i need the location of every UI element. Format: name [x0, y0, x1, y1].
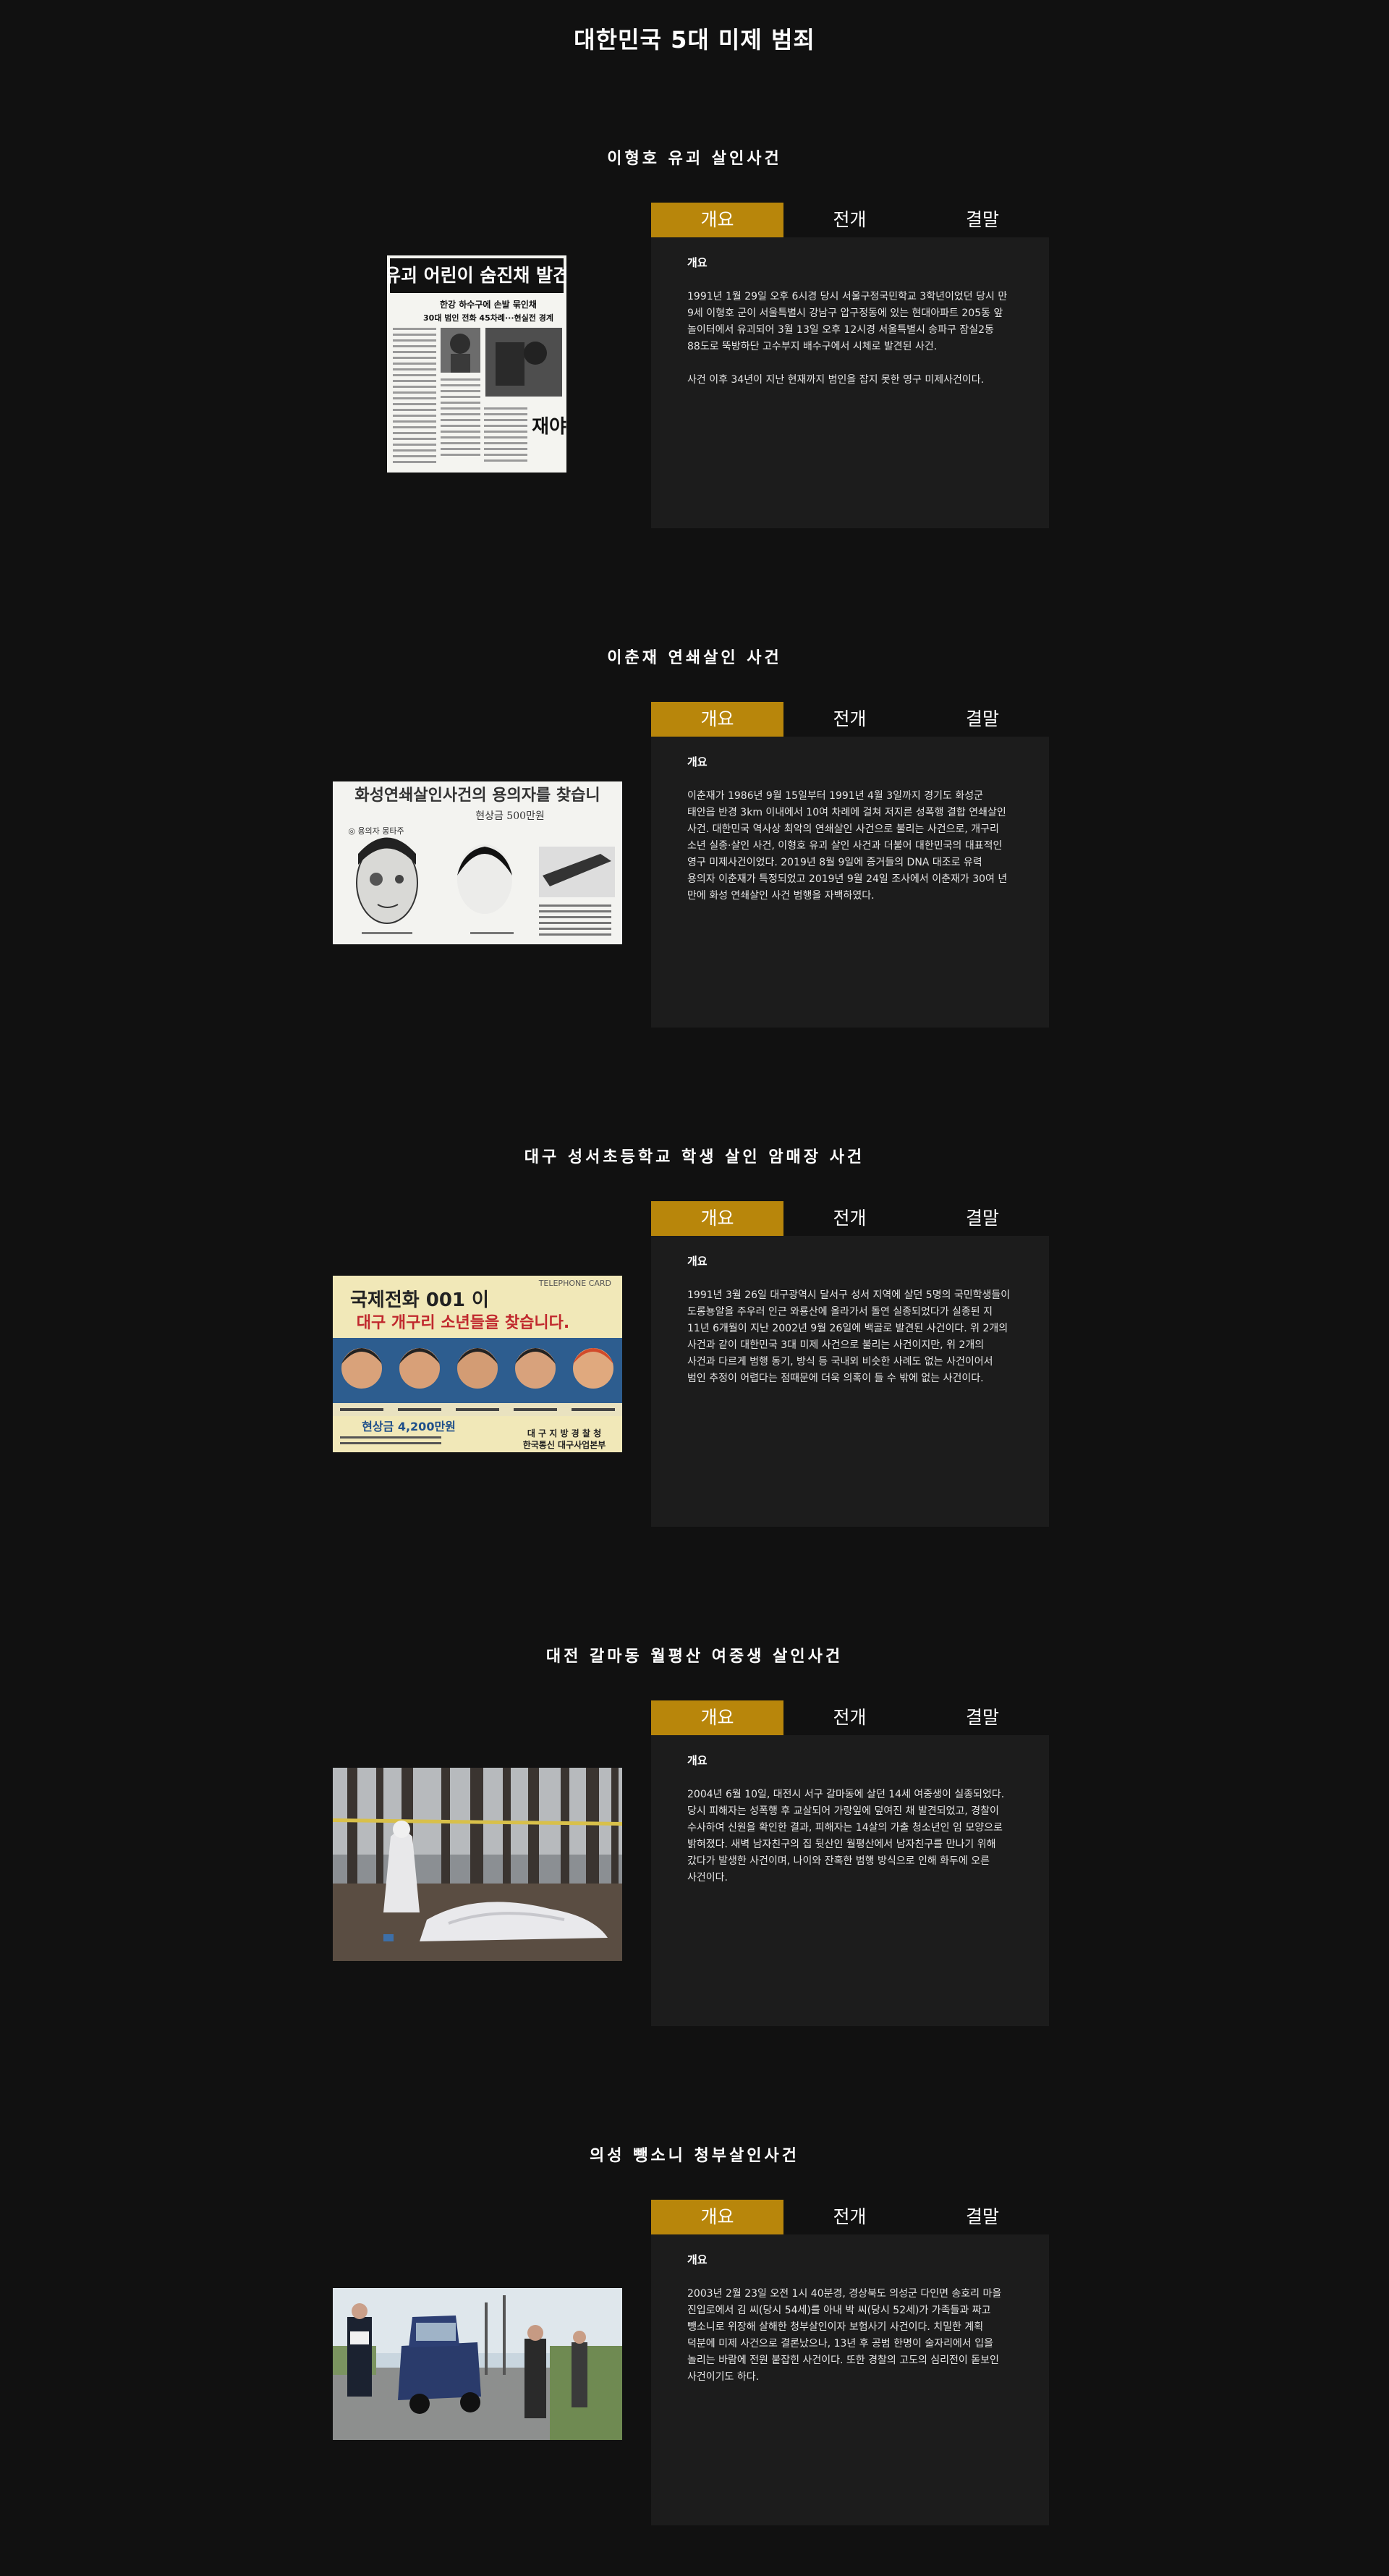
newspaper-subheadline: 한강 하수구에 손발 묶인채: [440, 299, 537, 310]
newspaper-subheadline-2: 30대 범인 전화 45차례···현실전 경계: [423, 313, 553, 323]
case-title: 이춘재 연쇄살인 사건: [607, 649, 782, 667]
poster-reward: 현상금 500만원: [475, 810, 545, 822]
content-paragraph: 2003년 2월 23일 오전 1시 40분경, 경상북도 의성군 다인면 송호…: [687, 2288, 1002, 2383]
case-section: 대전 갈마동 월평산 여중생 살인사건 개요 전개 결말 개요 2004년 6월…: [0, 1643, 1389, 2077]
case-title: 대전 갈마동 월평산 여중생 살인사건: [545, 1648, 844, 1666]
case-photo-truck-scene: [333, 2288, 622, 2440]
tab-overview[interactable]: 개요: [651, 702, 783, 737]
page-title: 대한민국 5대 미제 범죄: [574, 26, 815, 54]
tab-overview[interactable]: 개요: [651, 2200, 783, 2234]
tab-ending[interactable]: 결말: [916, 1700, 1049, 1735]
case-info-panel: 개요 전개 결말 개요 1991년 3월 26일 대구광역시 달서구 성서 지역…: [651, 1201, 1049, 1527]
case-section: 이춘재 연쇄살인 사건 화성연쇄살인사건의 용의자를 찾습니 현상금 500만원…: [0, 644, 1389, 1078]
case-info-panel: 개요 전개 결말 개요 2004년 6월 10일, 대전시 서구 갈마동에 살던…: [651, 1700, 1049, 2026]
tab-bar: 개요 전개 결말: [651, 1700, 1049, 1735]
content-text: 2004년 6월 10일, 대전시 서구 갈마동에 살던 14세 여중생이 실종…: [687, 1787, 1013, 1886]
tab-overview[interactable]: 개요: [651, 203, 783, 237]
tab-overview[interactable]: 개요: [651, 1201, 783, 1236]
content-heading: 개요: [687, 755, 708, 768]
tab-ending[interactable]: 결말: [916, 2200, 1049, 2234]
case-photo-wanted-poster: 화성연쇄살인사건의 용의자를 찾습니 현상금 500만원 ◎ 용의자 몽타주: [333, 781, 622, 944]
tab-bar: 개요 전개 결말: [651, 1201, 1049, 1236]
content-heading: 개요: [687, 1255, 708, 1268]
tab-content: 개요 1991년 3월 26일 대구광역시 달서구 성서 지역에 살던 5명의 …: [651, 1236, 1049, 1387]
case-title: 의성 뺑소니 청부살인사건: [590, 2147, 799, 2165]
poster-label: ◎ 용의자 몽타주: [348, 826, 404, 836]
tab-content: 개요 1991년 1월 29일 오후 6시경 당시 서울구정국민학교 3학년이었…: [651, 237, 1049, 389]
poster-headline: 화성연쇄살인사건의 용의자를 찾습니: [354, 787, 600, 805]
content-paragraph: 1991년 1월 29일 오후 6시경 당시 서울구정국민학교 3학년이었던 당…: [687, 291, 1008, 352]
tab-development[interactable]: 전개: [783, 203, 916, 237]
tab-development[interactable]: 전개: [783, 1201, 916, 1236]
card-org-police: 대 구 지 방 경 찰 청: [527, 1428, 601, 1439]
tab-development[interactable]: 전개: [783, 1700, 916, 1735]
content-text: 1991년 1월 29일 오후 6시경 당시 서울구정국민학교 3학년이었던 당…: [687, 289, 1013, 389]
case-info-panel: 개요 전개 결말 개요 2003년 2월 23일 오전 1시 40분경, 경상북…: [651, 2200, 1049, 2525]
card-telephone-label: TELEPHONE CARD: [538, 1279, 611, 1288]
case-info-panel: 개요 전개 결말 개요 1991년 1월 29일 오후 6시경 당시 서울구정국…: [651, 203, 1049, 528]
content-heading: 개요: [687, 256, 708, 269]
card-subheadline: 대구 개구리 소년들을 찾습니다.: [357, 1314, 569, 1332]
content-text: 이춘재가 1986년 9월 15일부터 1991년 4월 3일까지 경기도 화성…: [687, 788, 1013, 904]
card-org-telecom: 한국통신 대구사업본부: [523, 1439, 606, 1450]
tab-ending[interactable]: 결말: [916, 1201, 1049, 1236]
tab-content: 개요 이춘재가 1986년 9월 15일부터 1991년 4월 3일까지 경기도…: [651, 737, 1049, 904]
case-photo-telephone-card: TELEPHONE CARD 국제전화 001 이 대구 개구리 소년들을 찾습…: [333, 1276, 622, 1452]
tab-bar: 개요 전개 결말: [651, 203, 1049, 237]
content-text: 2003년 2월 23일 오전 1시 40분경, 경상북도 의성군 다인면 송호…: [687, 2286, 1013, 2386]
content-paragraph: 1991년 3월 26일 대구광역시 달서구 성서 지역에 살던 5명의 국민학…: [687, 1289, 1011, 1384]
content-heading: 개요: [687, 1754, 708, 1767]
newspaper-headline: 유괴 어린이 숨진채 발견: [387, 265, 566, 286]
content-paragraph: 이춘재가 1986년 9월 15일부터 1991년 4월 3일까지 경기도 화성…: [687, 790, 1008, 902]
case-section: 이형호 유괴 살인사건 유괴 어린이 숨진채 발견 한강 하수구에 손발 묶인채…: [0, 145, 1389, 579]
tab-development[interactable]: 전개: [783, 702, 916, 737]
content-paragraph: 사건 이후 34년이 지난 현재까지 범인을 잡지 못한 영구 미제사건이다.: [687, 374, 985, 386]
case-title: 이형호 유괴 살인사건: [607, 150, 782, 168]
case-section: 의성 뺑소니 청부살인사건 개요 전개 결말 개요 2003년 2월 23일 오…: [0, 2142, 1389, 2576]
tab-overview[interactable]: 개요: [651, 1700, 783, 1735]
content-heading: 개요: [687, 2253, 708, 2266]
tab-ending[interactable]: 결말: [916, 203, 1049, 237]
tab-ending[interactable]: 결말: [916, 702, 1049, 737]
content-paragraph: 2004년 6월 10일, 대전시 서구 갈마동에 살던 14세 여중생이 실종…: [687, 1789, 1005, 1884]
tab-content: 개요 2004년 6월 10일, 대전시 서구 갈마동에 살던 14세 여중생이…: [651, 1735, 1049, 1886]
card-headline: 국제전화 001 이: [350, 1289, 489, 1311]
case-photo-newspaper: 유괴 어린이 숨진채 발견 한강 하수구에 손발 묶인채 30대 범인 전화 4…: [387, 255, 566, 473]
case-title: 대구 성서초등학교 학생 살인 암매장 사건: [524, 1148, 865, 1166]
case-photo-forest-scene: [333, 1768, 622, 1961]
tab-development[interactable]: 전개: [783, 2200, 916, 2234]
newspaper-side-headline: 재야: [532, 416, 566, 438]
case-section: 대구 성서초등학교 학생 살인 암매장 사건 TELEPHONE CARD 국제…: [0, 1143, 1389, 1577]
content-text: 1991년 3월 26일 대구광역시 달서구 성서 지역에 살던 5명의 국민학…: [687, 1287, 1013, 1387]
tab-bar: 개요 전개 결말: [651, 2200, 1049, 2234]
case-info-panel: 개요 전개 결말 개요 이춘재가 1986년 9월 15일부터 1991년 4월…: [651, 702, 1049, 1028]
tab-bar: 개요 전개 결말: [651, 702, 1049, 737]
card-reward: 현상금 4,200만원: [362, 1420, 456, 1433]
tab-content: 개요 2003년 2월 23일 오전 1시 40분경, 경상북도 의성군 다인면…: [651, 2234, 1049, 2386]
